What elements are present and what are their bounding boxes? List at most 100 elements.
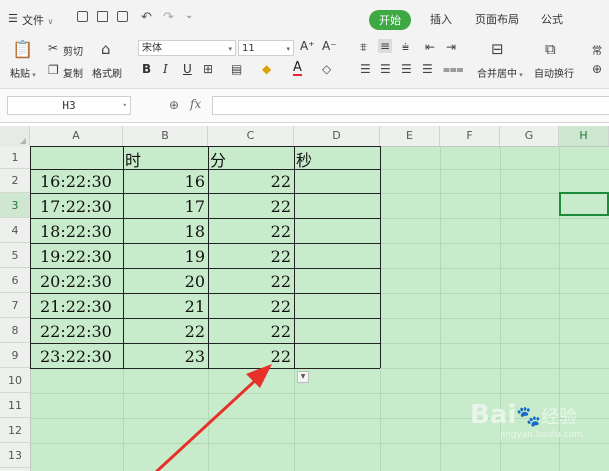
minute-cell[interactable]: 22: [271, 197, 291, 216]
format-painter-button[interactable]: 格式刷: [92, 65, 122, 80]
row-header-8[interactable]: 8: [0, 318, 30, 343]
undo-icon[interactable]: ↶: [141, 10, 152, 25]
hour-cell[interactable]: 17: [185, 197, 205, 216]
column-header-d[interactable]: D: [294, 126, 380, 146]
decrease-indent-icon[interactable]: ⇤: [425, 40, 435, 54]
minute-cell[interactable]: 22: [271, 297, 291, 316]
autofill-options-icon[interactable]: ▼: [297, 371, 309, 383]
hour-cell[interactable]: 20: [185, 272, 205, 291]
tab-insert[interactable]: 插入: [430, 11, 452, 27]
time-cell[interactable]: 17:22:30: [40, 197, 112, 216]
file-menu[interactable]: 文件 ∨: [22, 12, 53, 28]
hour-cell[interactable]: 16: [185, 172, 205, 191]
hour-cell[interactable]: 18: [185, 222, 205, 241]
column-header-h[interactable]: H: [559, 126, 609, 146]
hour-cell[interactable]: 21: [185, 297, 205, 316]
row-header-10[interactable]: 10: [0, 368, 30, 393]
tab-page-layout[interactable]: 页面布局: [475, 11, 519, 27]
underline-button[interactable]: U: [183, 62, 192, 76]
hour-cell[interactable]: 19: [185, 247, 205, 266]
row-header-2[interactable]: 2: [0, 169, 30, 193]
font-size-select[interactable]: 11 ▾: [238, 40, 294, 56]
paste-icon[interactable]: 📋: [12, 40, 33, 60]
percent-icon[interactable]: ⊕: [592, 62, 602, 76]
hamburger-menu-icon[interactable]: ☰: [8, 12, 18, 25]
minute-cell[interactable]: 22: [271, 272, 291, 291]
wrap-text-icon[interactable]: ⧉: [545, 40, 556, 58]
row-header-9[interactable]: 9: [0, 343, 30, 368]
align-bottom-icon[interactable]: ⩧: [402, 40, 409, 55]
scissors-icon[interactable]: ✂: [48, 41, 58, 55]
header-cell-b1[interactable]: 时: [125, 147, 141, 171]
row-header-1[interactable]: 1: [0, 146, 30, 169]
column-header-g[interactable]: G: [500, 126, 559, 146]
align-top-icon[interactable]: ⩨: [360, 40, 367, 55]
name-box[interactable]: H3 ▾: [7, 96, 131, 115]
eraser-icon[interactable]: ◇: [322, 62, 331, 76]
copy-button[interactable]: 复制: [63, 65, 83, 80]
time-cell[interactable]: 16:22:30: [40, 172, 112, 191]
row-header-11[interactable]: 11: [0, 393, 30, 418]
row-header-3[interactable]: 3: [0, 193, 30, 218]
insert-function-button[interactable]: fx: [190, 97, 201, 111]
minute-cell[interactable]: 22: [271, 222, 291, 241]
align-middle-icon[interactable]: ≡: [378, 39, 393, 53]
header-cell-c1[interactable]: 分: [210, 147, 226, 171]
time-cell[interactable]: 21:22:30: [40, 297, 112, 316]
time-cell[interactable]: 19:22:30: [40, 247, 112, 266]
merge-center-button[interactable]: 合并居中 ▾: [477, 65, 523, 80]
header-cell-d1[interactable]: 秒: [296, 147, 312, 171]
column-header-a[interactable]: A: [30, 126, 123, 146]
customize-toolbar-icon[interactable]: ⌄: [185, 10, 193, 21]
time-cell[interactable]: 23:22:30: [40, 347, 112, 366]
borders-icon[interactable]: ⊞: [203, 62, 213, 76]
font-name-select[interactable]: 宋体 ▾: [138, 40, 236, 56]
grow-font-button[interactable]: A⁺: [300, 39, 315, 53]
align-right-icon[interactable]: ☰: [401, 62, 412, 76]
row-header-6[interactable]: 6: [0, 268, 30, 293]
column-header-f[interactable]: F: [440, 126, 500, 146]
zoom-icon[interactable]: ⊕: [169, 98, 179, 112]
active-cell-selection[interactable]: [559, 192, 609, 216]
time-cell[interactable]: 20:22:30: [40, 272, 112, 291]
paste-button[interactable]: 粘贴 ▾: [10, 65, 36, 80]
hour-cell[interactable]: 22: [185, 322, 205, 341]
save-icon[interactable]: [77, 11, 88, 22]
minute-cell[interactable]: 22: [271, 247, 291, 266]
distributed-icon[interactable]: ⩶: [443, 62, 464, 77]
redo-icon[interactable]: ↷: [163, 10, 174, 25]
align-center-icon[interactable]: ☰: [380, 62, 391, 76]
italic-button[interactable]: I: [163, 62, 168, 76]
row-header-4[interactable]: 4: [0, 218, 30, 243]
format-painter-icon[interactable]: ⌂: [101, 40, 111, 58]
time-cell[interactable]: 18:22:30: [40, 222, 112, 241]
print-preview-icon[interactable]: [117, 11, 128, 22]
wrap-text-button[interactable]: 自动换行: [534, 65, 574, 80]
column-header-c[interactable]: C: [208, 126, 294, 146]
fill-color-icon[interactable]: ◆: [262, 62, 271, 76]
font-color-button[interactable]: A: [293, 61, 302, 76]
row-header-5[interactable]: 5: [0, 243, 30, 268]
align-left-icon[interactable]: ☰: [360, 62, 371, 76]
copy-icon[interactable]: ❐: [48, 63, 59, 77]
number-format-select[interactable]: 常: [592, 42, 602, 57]
column-header-b[interactable]: B: [123, 126, 208, 146]
cut-button[interactable]: 剪切: [63, 43, 83, 58]
justify-icon[interactable]: ☰: [422, 62, 433, 76]
select-all-corner[interactable]: [0, 126, 30, 146]
increase-indent-icon[interactable]: ⇥: [446, 40, 456, 54]
spreadsheet-grid[interactable]: A B C D E F G H 1 2 3 4 5 6 7 8 9 10 11 …: [0, 126, 609, 471]
row-header-13[interactable]: 13: [0, 443, 30, 468]
formula-input[interactable]: [212, 96, 609, 115]
shrink-font-button[interactable]: A⁻: [322, 39, 337, 53]
tab-formulas[interactable]: 公式: [541, 11, 563, 27]
merge-cells-icon[interactable]: ⊟: [491, 40, 504, 58]
bold-button[interactable]: B: [142, 62, 151, 76]
minute-cell[interactable]: 22: [271, 322, 291, 341]
tab-home[interactable]: 开始: [369, 10, 411, 30]
print-icon[interactable]: [97, 11, 108, 22]
cell-style-icon[interactable]: ▤: [231, 62, 242, 76]
row-header-7[interactable]: 7: [0, 293, 30, 318]
time-cell[interactable]: 22:22:30: [40, 322, 112, 341]
row-header-12[interactable]: 12: [0, 418, 30, 443]
